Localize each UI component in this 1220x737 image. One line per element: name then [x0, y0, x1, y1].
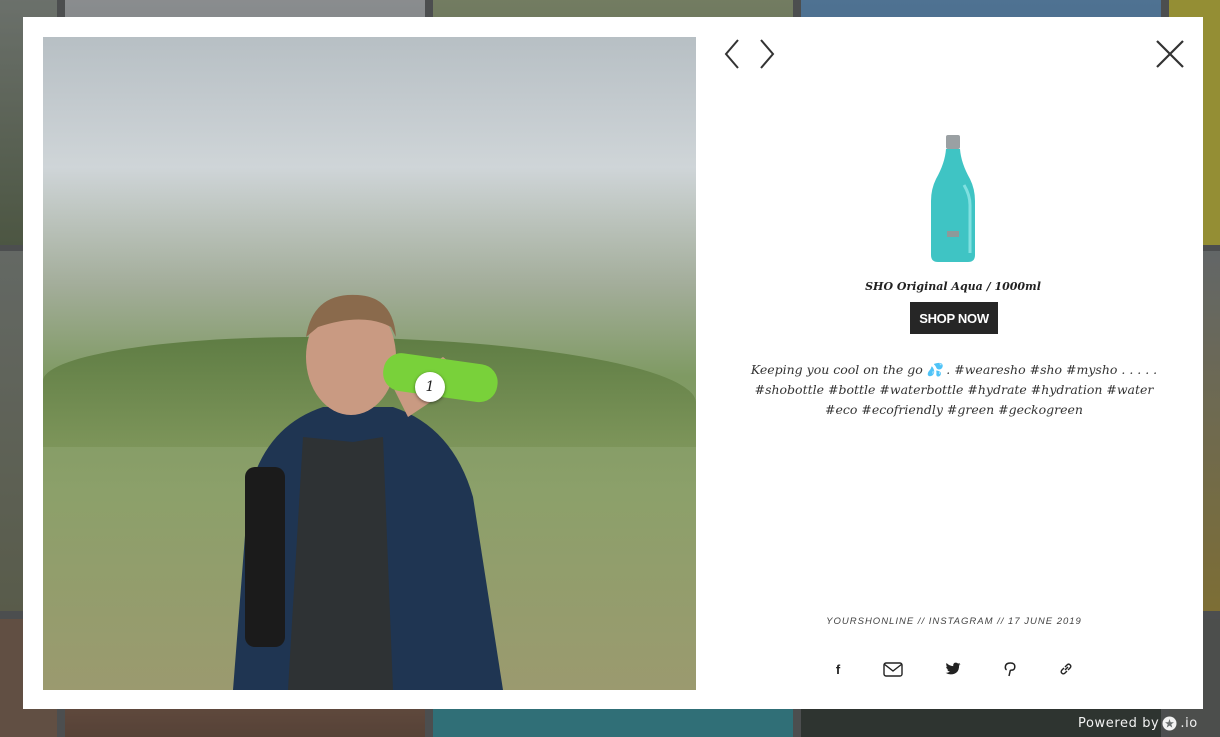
share-email-button[interactable] — [881, 657, 905, 681]
post-meta: YOURSHONLINE // INSTAGRAM // 17 JUNE 201… — [826, 616, 1082, 627]
product-name[interactable]: SHO Original Aqua / 1000ml — [803, 280, 1103, 293]
share-pinterest-button[interactable] — [998, 657, 1022, 681]
link-icon — [1060, 663, 1072, 675]
brand-logo-icon — [1162, 716, 1177, 731]
powered-by-badge[interactable]: Powered by .io — [1078, 716, 1198, 731]
photo-person — [233, 294, 503, 690]
close-button[interactable] — [1153, 37, 1187, 71]
chevron-right-icon — [760, 39, 775, 69]
product-card[interactable] — [883, 135, 1023, 263]
post-photo: 1 — [43, 37, 696, 690]
previous-post-button[interactable] — [720, 37, 746, 71]
twitter-icon — [945, 662, 961, 675]
powered-by-label: Powered by — [1078, 716, 1160, 731]
next-post-button[interactable] — [753, 37, 779, 71]
share-facebook-button[interactable]: f — [826, 657, 850, 681]
product-tag-marker[interactable]: 1 — [415, 372, 445, 402]
powered-by-domain: .io — [1180, 716, 1198, 731]
facebook-icon: f — [835, 661, 841, 677]
copy-link-button[interactable] — [1054, 657, 1078, 681]
shop-now-button[interactable]: SHOP NOW — [910, 302, 998, 334]
post-caption: Keeping you cool on the go 💦 . #wearesho… — [750, 362, 1158, 417]
pinterest-icon — [1004, 661, 1016, 676]
close-icon — [1156, 40, 1184, 68]
lightbox-modal: 1 SHO Original Aqua / 1000ml SHOP NOW Ke… — [23, 17, 1203, 709]
share-twitter-button[interactable] — [941, 657, 965, 681]
product-bottle-image[interactable] — [930, 135, 976, 263]
chevron-left-icon — [724, 39, 739, 69]
mail-icon — [883, 661, 903, 677]
